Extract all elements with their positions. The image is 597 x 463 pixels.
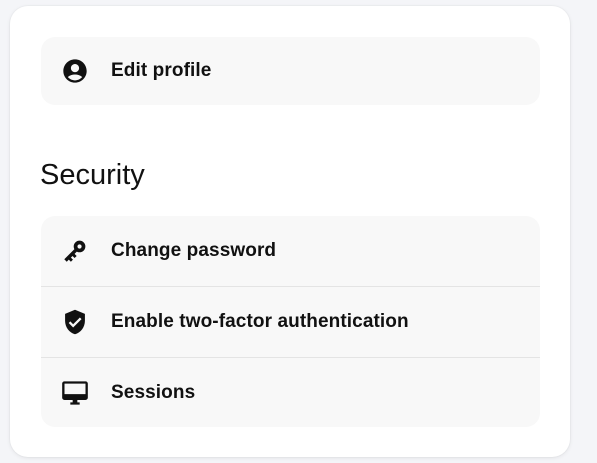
edit-profile-row[interactable]: Edit profile [41,37,540,105]
two-factor-label: Enable two-factor authentication [111,311,409,332]
edit-profile-label: Edit profile [111,60,212,81]
settings-card: Edit profile Security Change password En… [10,6,570,457]
section-title-security: Security [40,159,145,191]
sessions-row[interactable]: Sessions [41,357,540,427]
security-group: Change password Enable two-factor authen… [41,216,540,427]
sessions-label: Sessions [111,382,196,403]
profile-group: Edit profile [41,37,540,105]
change-password-label: Change password [111,240,277,261]
key-icon [61,237,89,265]
change-password-row[interactable]: Change password [41,216,540,286]
account-circle-icon [61,57,89,85]
two-factor-row[interactable]: Enable two-factor authentication [41,286,540,357]
monitor-icon [61,379,89,407]
shield-check-icon [61,308,89,336]
